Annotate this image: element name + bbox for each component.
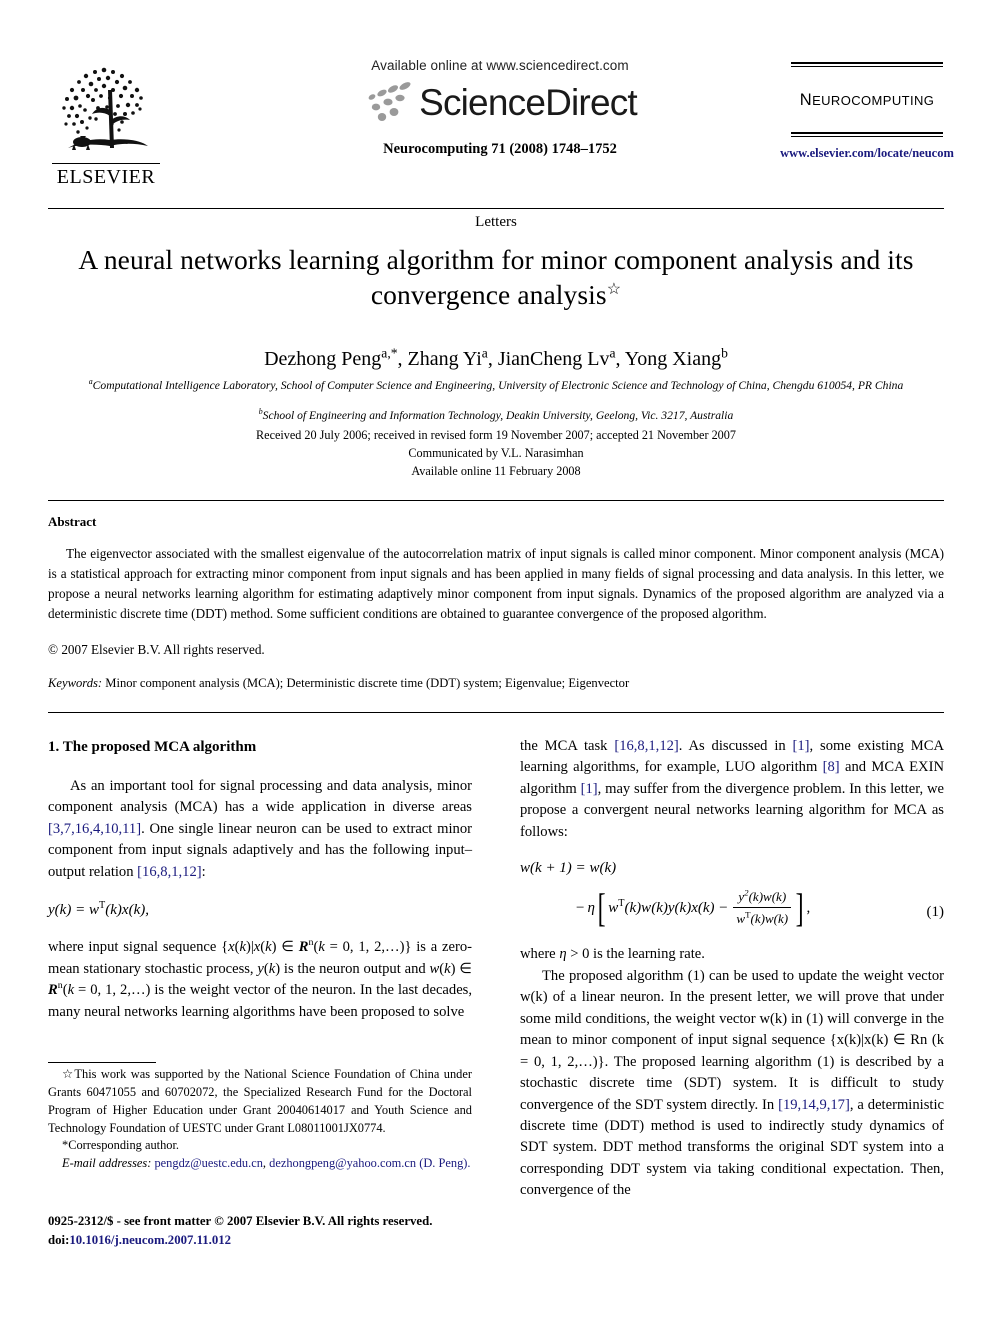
journal-name: NEUROCOMPUTING [799,91,935,109]
paper-page: ELSEVIER Available online at www.science… [0,0,992,1323]
citation-link[interactable]: [8] [823,759,840,775]
article-communicated-line: Communicated by V.L. Narasimhan [408,446,584,460]
author-affil-marker: a [609,345,616,361]
left-paragraph-2: where input signal sequence {x(k)|x(k) ∈… [48,937,473,1020]
page-title: A neural networks learning algorithm for… [60,242,932,312]
left-paragraph-1: As an important tool for signal processi… [48,776,472,883]
equation-1-number: (1) [926,904,945,921]
footnote-emails: E-mail addresses: pengdz@uestc.edu.cn, d… [48,1155,472,1173]
section-1-heading: 1. The proposed MCA algorithm [48,739,257,755]
bracket-close: ] [795,884,804,930]
affiliation-a: aComputational Intelligence Laboratory, … [70,378,922,394]
left-p1-seg-c: : [201,863,206,880]
available-online-text: Available online at www.sciencedirect.co… [371,58,629,73]
journal-reference: Neurocomputing 71 (2008) 1748–1752 [383,141,617,157]
right-paragraph-1: the MCA task [16,8,1,12]. As discussed i… [520,736,944,843]
journal-masthead: NEUROCOMPUTING www.elsevier.com/locate/n… [772,62,962,161]
affiliation-b-text: School of Engineering and Information Te… [262,409,734,422]
sciencedirect-dots-icon [368,82,411,121]
footer-doi: doi:10.1016/j.neucom.2007.11.012 [48,1231,488,1250]
page-footer: 0925-2312/$ - see front matter © 2007 El… [48,1212,488,1249]
divider-above-title [48,208,944,209]
abstract-copyright: © 2007 Elsevier B.V. All rights reserved… [48,642,265,657]
body-column-right: the MCA task [16,8,1,12]. As discussed i… [520,736,944,1202]
affiliation-a-text: Computational Intelligence Laboratory, S… [92,379,904,392]
citation-link[interactable]: [19,14,9,17] [778,1097,850,1113]
masthead: ELSEVIER Available online at www.science… [0,58,992,208]
right-p3-seg-a: The proposed algorithm (1) can be used t… [520,967,944,1113]
body-column-left: 1. The proposed MCA algorithm As an impo… [48,736,472,1023]
article-received-line: Received 20 July 2006; received in revis… [256,428,736,442]
equation-1-line-1: w(k + 1) = w(k) [520,860,617,877]
footnote-funding: ☆This work was supported by the National… [48,1067,472,1135]
right-paragraph-3: The proposed algorithm (1) can be used t… [520,966,944,1202]
email-owner: (D. Peng). [419,1156,471,1171]
title-footnote-marker: ☆ [606,281,622,299]
keywords-line: Keywords: Minor component analysis (MCA)… [48,676,944,691]
masthead-rule-bottom [791,132,943,137]
email-addresses-label: E-mail addresses: [62,1156,152,1171]
doi-label: doi: [48,1232,70,1247]
footer-copyright: 0925-2312/$ - see front matter © 2007 El… [48,1214,433,1228]
abstract-text: The eigenvector associated with the smal… [48,546,944,622]
author-affil-marker: a [481,345,488,361]
email-link-primary[interactable]: pengdz@uestc.edu.cn [154,1156,262,1170]
divider-below-keywords [48,712,944,713]
right-p1-seg-a: the MCA task [520,738,615,754]
fraction-numerator: y2(k)w(k) [738,887,787,905]
right-paragraph-2: where η > 0 is the learning rate. [520,946,705,963]
footnote-divider [48,1062,156,1063]
author-affil-marker: a,* [381,345,398,361]
email-link-secondary[interactable]: dezhongpeng@yahoo.com.cn [269,1156,416,1170]
equation-1-line-2: − η [ wT(k)w(k)y(k)x(k) − y2(k)w(k) wT(k… [576,884,811,930]
equation-1-fraction: y2(k)w(k) wT(k)w(k) [733,887,792,928]
section-label-letters: Letters [475,214,517,230]
citation-link[interactable]: [16,8,1,12] [137,864,201,880]
equation-y-definition: y(k) = wT(k)x(k), [48,900,149,919]
affiliation-b: bSchool of Engineering and Information T… [70,408,922,424]
footnote-corresponding: *Corresponding author. [62,1138,180,1153]
masthead-rule-top [791,62,943,67]
doi-link[interactable]: 10.1016/j.neucom.2007.11.012 [69,1233,231,1247]
sciencedirect-wordmark: ScienceDirect [419,81,638,123]
citation-link[interactable]: [16,8,1,12] [614,738,678,754]
sciencedirect-block: Available online at www.sciencedirect.co… [300,58,700,158]
divider-above-abstract [48,500,944,501]
author-list: Dezhong Penga,*, Zhang Yia, JianCheng Lv… [264,345,728,370]
abstract-heading: Abstract [48,514,97,529]
left-p1-seg-a: As an important tool for signal processi… [48,778,472,816]
citation-link[interactable]: [1] [793,738,810,754]
journal-url-link[interactable]: www.elsevier.com/locate/neucom [772,146,962,161]
bracket-open: [ [597,884,606,930]
author-affil-marker: b [721,345,728,361]
footnote-block: ☆This work was supported by the National… [48,1066,472,1173]
page-title-text: A neural networks learning algorithm for… [78,244,914,311]
elsevier-logo: ELSEVIER [52,62,164,189]
elsevier-tree-icon [52,62,160,162]
citation-link[interactable]: [3,7,16,4,10,11] [48,821,141,837]
equation-1: w(k + 1) = w(k) − η [ wT(k)w(k)y(k)x(k) … [520,857,944,928]
fraction-denominator: wT(k)w(k) [733,907,792,928]
citation-link[interactable]: [1] [581,781,598,797]
article-available-online-line: Available online 11 February 2008 [411,464,581,478]
right-p1-seg-b: . As discussed in [678,738,793,754]
keywords-label: Keywords: [48,676,103,690]
keywords-text: Minor component analysis (MCA); Determin… [105,676,630,690]
elsevier-wordmark: ELSEVIER [52,163,160,189]
